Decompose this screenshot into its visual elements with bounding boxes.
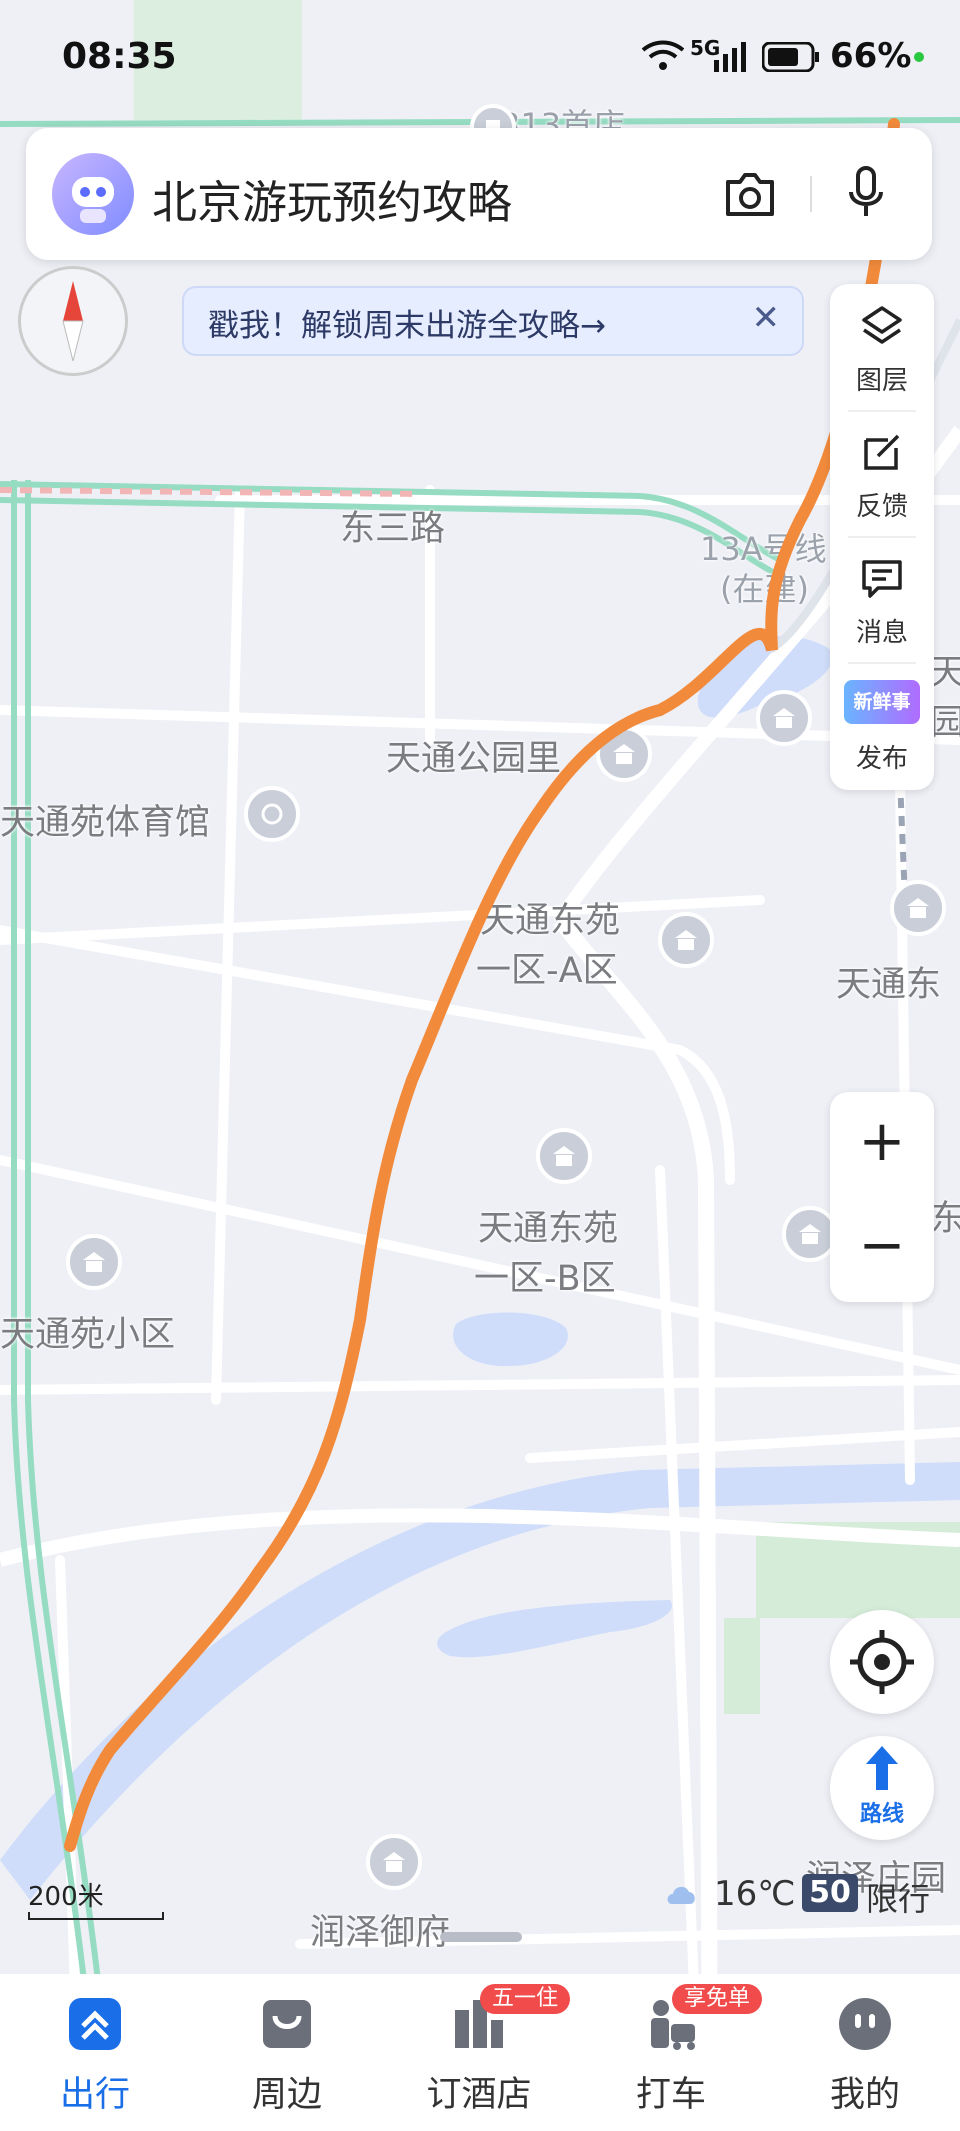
publish-button[interactable]: 新鲜事 发布	[830, 662, 934, 788]
publish-badge-icon: 新鲜事	[844, 680, 920, 724]
assistant-avatar-icon[interactable]	[52, 153, 134, 235]
cloud-icon	[667, 1886, 695, 1904]
message-button[interactable]: 消息	[830, 536, 934, 662]
compass-button[interactable]	[18, 266, 128, 376]
crosshair-icon	[850, 1630, 914, 1694]
route-label: 路线	[859, 1802, 904, 1827]
bottom-tab-bar: 出行 周边 五一住 订酒店 享免单 打车 我的	[0, 1974, 960, 2131]
taxi-badge: 享免单	[672, 1984, 763, 2014]
publish-label: 发布	[855, 744, 908, 774]
feedback-icon	[864, 434, 900, 470]
feedback-label: 反馈	[855, 492, 908, 522]
privacy-dot-icon	[914, 52, 924, 62]
profile-icon	[839, 1998, 891, 2050]
feedback-button[interactable]: 反馈	[830, 410, 934, 536]
travel-icon	[69, 1998, 121, 2050]
wifi-icon	[641, 40, 685, 70]
layers-icon	[862, 306, 902, 344]
tab-nearby-label: 周边	[251, 2075, 322, 2115]
tab-profile-label: 我的	[829, 2075, 900, 2115]
search-bar[interactable]: 北京游玩预约攻略	[26, 128, 932, 260]
message-icon	[862, 560, 902, 598]
drag-handle[interactable]	[440, 1932, 522, 1942]
status-time: 08:35	[62, 36, 177, 77]
tab-profile[interactable]: 我的	[790, 1974, 940, 2131]
signal-icon	[714, 42, 746, 72]
tab-taxi[interactable]: 享免单 打车	[596, 1974, 763, 2131]
promo-banner[interactable]: 戳我！解锁周末出游全攻略→ ✕	[182, 286, 804, 356]
plate-limit-number[interactable]: 50	[802, 1874, 858, 1912]
tab-travel[interactable]: 出行	[20, 1974, 170, 2131]
compass-icon	[62, 281, 84, 362]
tab-hotel-label: 订酒店	[426, 2075, 532, 2115]
zoom-in-button[interactable]: +	[830, 1092, 934, 1192]
tab-nearby[interactable]: 周边	[212, 1974, 362, 2131]
map-scale-text: 200米	[28, 1882, 104, 1912]
map-tools-panel: 图层 反馈 消息 新鲜事 发布	[830, 284, 934, 790]
hotel-badge: 五一住	[480, 1984, 571, 2014]
message-label: 消息	[855, 618, 908, 648]
zoom-controls: + −	[830, 1092, 934, 1302]
layers-button[interactable]: 图层	[830, 284, 934, 410]
map-scale-bar	[28, 1912, 164, 1920]
temperature-text: 16℃	[714, 1874, 796, 1914]
zoom-out-button[interactable]: −	[830, 1196, 934, 1296]
close-icon[interactable]: ✕	[752, 298, 781, 338]
plate-limit-label[interactable]: 限行	[866, 1874, 930, 1920]
nearby-icon	[263, 2000, 311, 2048]
tab-taxi-label: 打车	[635, 2075, 706, 2115]
status-bar: 08:35 5G 66%	[0, 0, 960, 120]
microphone-icon[interactable]	[846, 164, 886, 224]
route-arrow-icon	[866, 1746, 898, 1790]
battery-icon	[762, 42, 819, 72]
locate-button[interactable]	[830, 1610, 934, 1714]
search-query[interactable]: 北京游玩预约攻略	[152, 166, 512, 231]
battery-percent: 66%	[830, 36, 912, 76]
layers-label: 图层	[855, 366, 908, 396]
tab-travel-label: 出行	[59, 2075, 130, 2115]
promo-banner-text[interactable]: 戳我！解锁周末出游全攻略→	[208, 300, 606, 345]
route-button[interactable]: 路线	[830, 1736, 934, 1840]
tab-hotel[interactable]: 五一住 订酒店	[404, 1974, 571, 2131]
search-divider	[810, 176, 812, 212]
camera-icon[interactable]	[722, 170, 778, 218]
